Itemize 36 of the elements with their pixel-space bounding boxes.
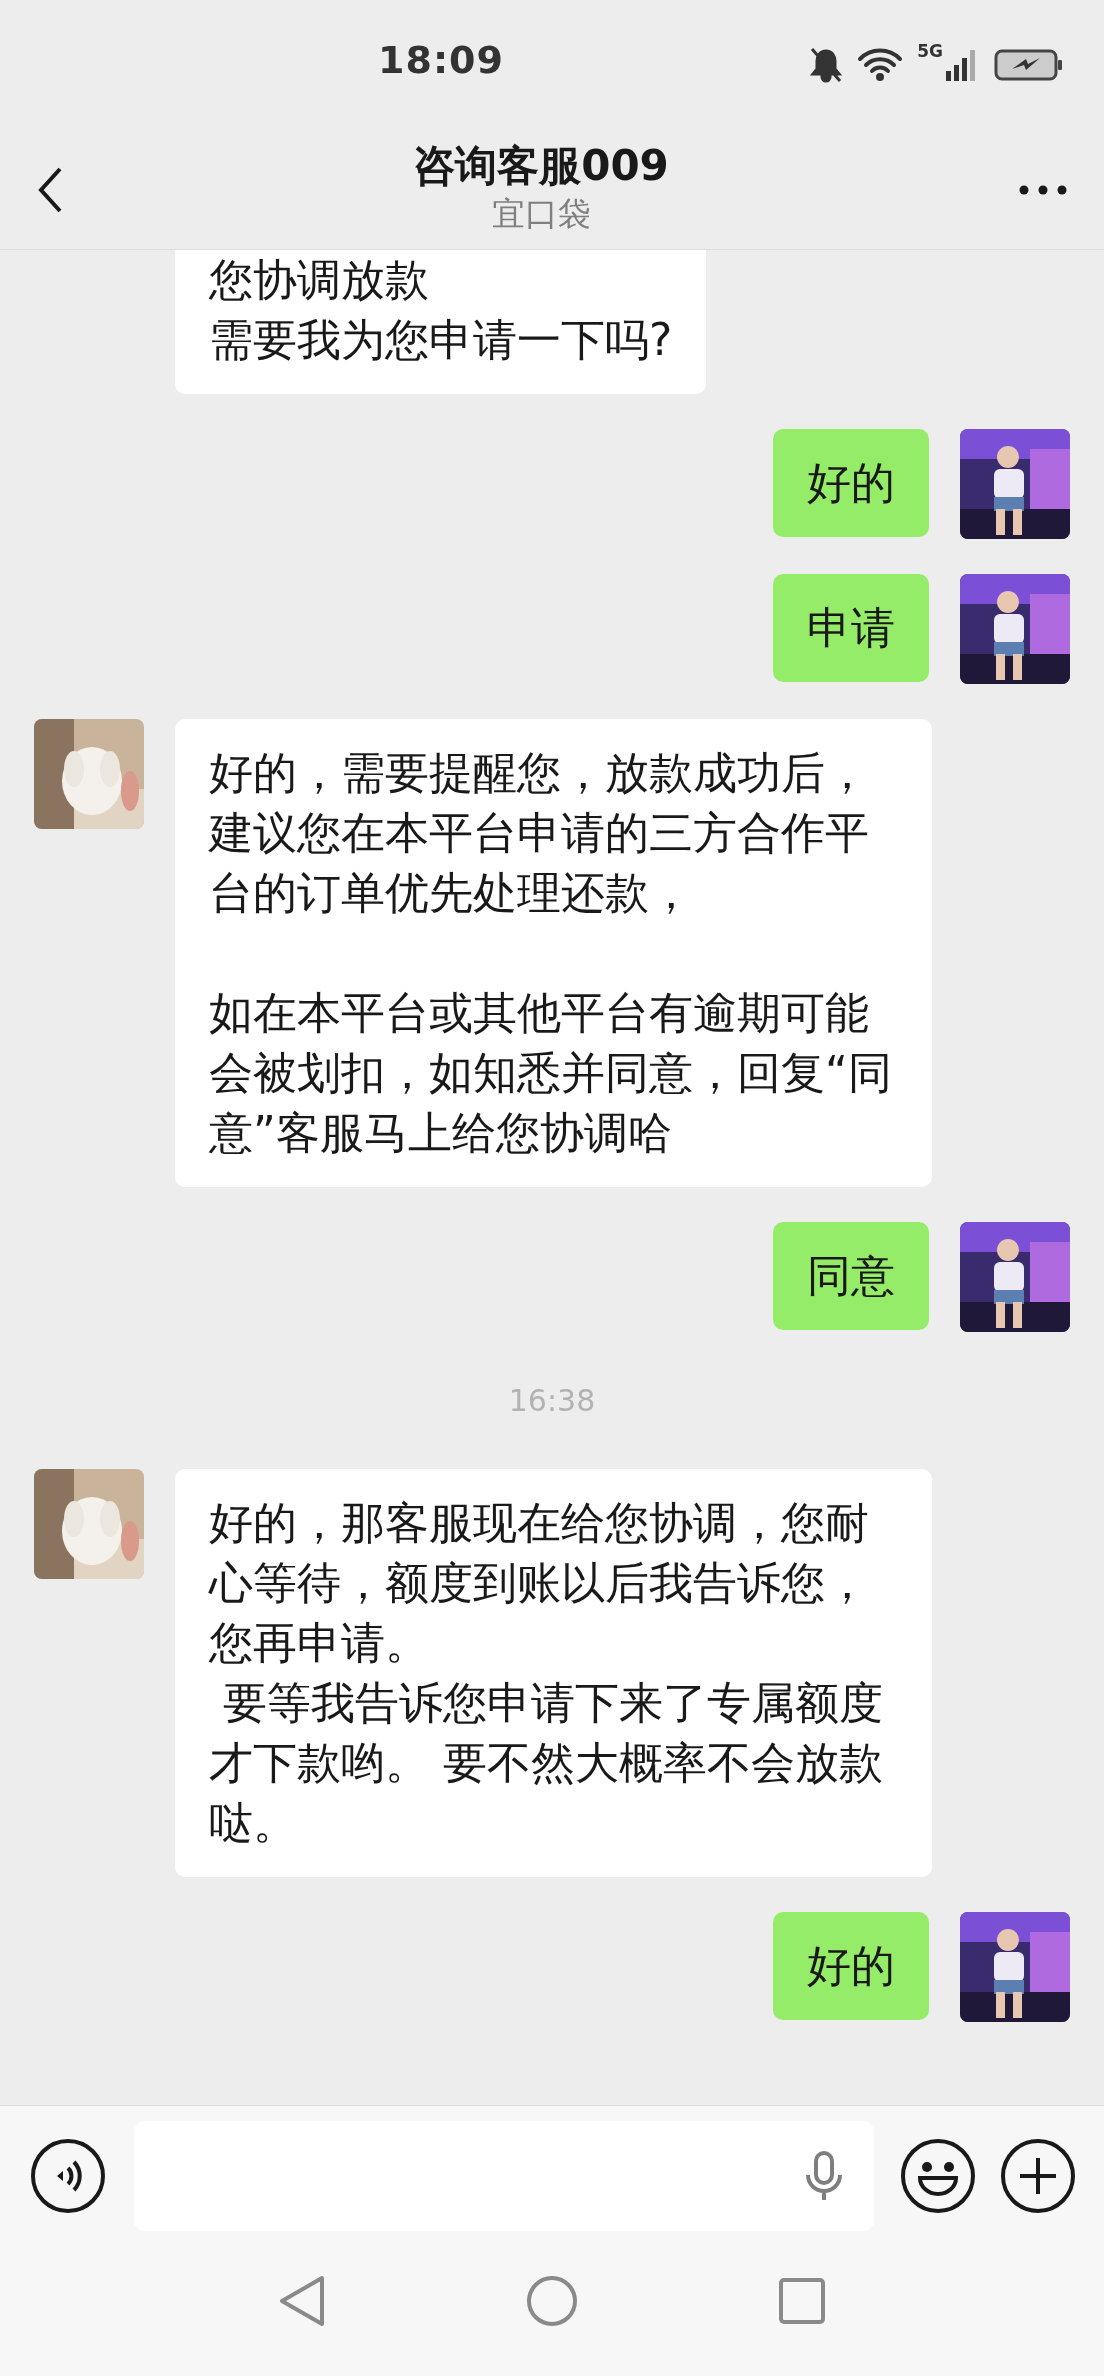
plus-icon [1000,2137,1076,2214]
wifi-icon [857,47,904,83]
network-label: 5G [917,41,943,61]
message-text: 需要我为您申请一下吗? [209,313,673,367]
message-text: 要等我告诉您申请下来了专属额度才下款哟。 要不然大概率不会放款哒。 [209,1676,884,1850]
smiley-icon [900,2137,976,2214]
back-triangle-icon [278,2274,326,2327]
battery-charging-icon [994,47,1064,83]
voice-icon [30,2137,106,2214]
bell-off-icon [809,47,844,83]
message-text: 同意 [807,1249,895,1303]
recents-square-icon [778,2276,826,2325]
home-button[interactable] [526,2274,578,2327]
message-text: 好的 [807,456,895,510]
home-circle-icon [526,2274,578,2327]
message-text: 如在本平台或其他平台有逾期可能会被划扣，如知悉并同意，回复“同意”客服马上给您协调哈 [209,986,893,1160]
emoji-button[interactable] [900,2137,976,2214]
more-icon [1018,183,1068,196]
back-button[interactable] [36,165,64,214]
message-input[interactable] [134,2120,874,2231]
chat-title: 咨询客服009 [413,139,669,192]
chat-subtitle: 宜口袋 [491,192,591,235]
message-text: 申请 [807,601,895,655]
add-button[interactable] [1000,2137,1076,2214]
message-text: 您协调放款 [209,253,430,307]
message-text: 好的，那客服现在给您协调，您耐心等待，额度到账以后我告诉您，您再申请。 [209,1496,870,1670]
back-icon [36,165,64,214]
recents-button[interactable] [778,2276,826,2325]
voice-button[interactable] [30,2137,106,2214]
back-nav-button[interactable] [278,2274,326,2327]
timestamp: 16:38 [508,1383,596,1418]
message-text: 好的 [807,1939,895,1993]
status-time: 18:09 [378,38,504,82]
more-button[interactable] [1018,183,1068,196]
microphone-icon [804,2150,844,2201]
message-text: 好的，需要提醒您，放款成功后，建议您在本平台申请的三方合作平台的订单优先处理还款， [209,746,870,920]
